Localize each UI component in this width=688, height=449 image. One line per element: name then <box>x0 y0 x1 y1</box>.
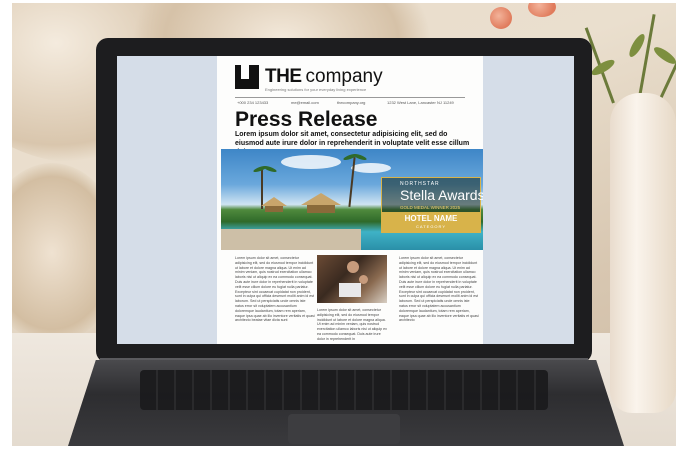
laptop-trackpad <box>288 414 400 444</box>
cloud <box>281 155 341 169</box>
contact-phone: +000 234 123433 <box>237 100 269 105</box>
logo-the: THE <box>265 66 302 87</box>
award-band: HOTEL NAME CATEGORY <box>382 212 480 232</box>
award-title: Stella Awards <box>400 187 483 203</box>
hut <box>307 205 335 213</box>
vase <box>610 93 676 413</box>
pool-deck <box>221 229 361 250</box>
logo-company: company <box>305 66 383 87</box>
award-badge: NORTHSTAR Stella Awards GOLD MEDAL WINNE… <box>381 177 483 233</box>
press-release-document: THE company Engineering solutions for yo… <box>217 56 483 344</box>
logo-icon <box>235 65 259 89</box>
small-laptop <box>339 283 361 297</box>
resort-hero-image: NORTHSTAR Stella Awards GOLD MEDAL WINNE… <box>221 149 483 250</box>
cloud <box>351 163 391 173</box>
divider <box>235 97 465 98</box>
hotel-category: CATEGORY <box>415 224 447 229</box>
palm-frond <box>262 164 278 174</box>
leaf <box>626 31 648 60</box>
palm-tree <box>348 157 356 207</box>
flower <box>490 7 512 29</box>
hut-roof <box>301 193 341 205</box>
hut-roof <box>261 197 287 206</box>
palm-tree <box>261 169 263 209</box>
body-column-2: Lorem ipsum dolor sit amet, consectetur … <box>317 308 387 341</box>
body-column-3: Lorem ipsum dolor sit amet, consectetur … <box>399 256 479 323</box>
laptop-screen: THE company Engineering solutions for yo… <box>117 56 574 344</box>
contact-address: 1232 West Lane, Lancaster NJ 11249 <box>387 100 454 105</box>
body-column-1: Lorem ipsum dolor sit amet, consectetur … <box>235 256 315 323</box>
contact-email: me@email.com <box>291 100 319 105</box>
leaf <box>651 44 676 67</box>
contact-website: thecompany.org <box>337 100 366 105</box>
hut <box>265 206 283 212</box>
hotel-name: HOTEL NAME <box>404 214 458 223</box>
flower-stem <box>637 14 656 104</box>
award-subtitle: GOLD MEDAL WINNER 2025 <box>400 205 461 210</box>
person-head <box>347 261 359 273</box>
mother-child-photo <box>317 255 387 303</box>
tagline: Engineering solutions for your everyday … <box>265 87 367 92</box>
press-release-title: Press Release <box>235 108 378 131</box>
laptop-keyboard <box>140 370 548 410</box>
flower <box>528 3 556 17</box>
